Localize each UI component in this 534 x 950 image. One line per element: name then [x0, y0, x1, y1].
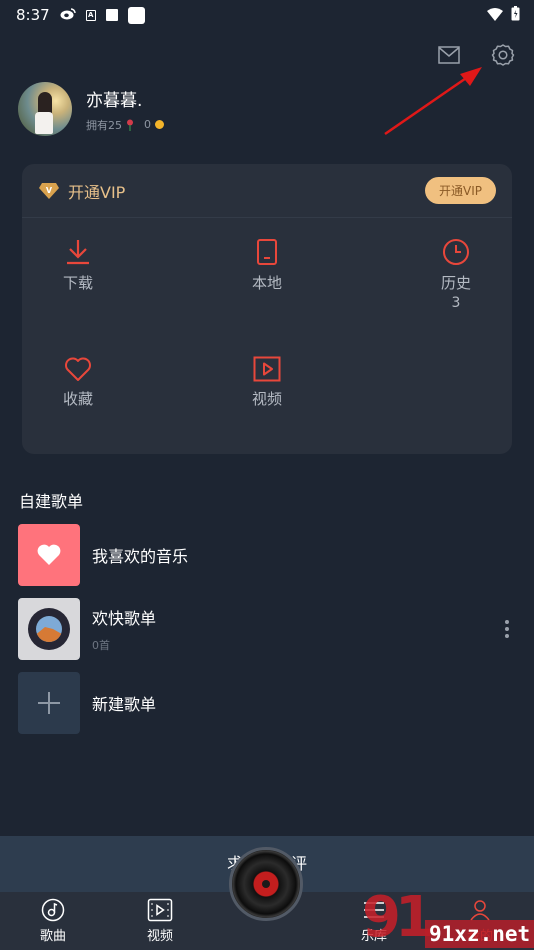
- vip-diamond-icon: V: [39, 182, 59, 199]
- open-vip-button[interactable]: 开通VIP: [425, 177, 496, 204]
- video-icon: [253, 356, 281, 382]
- profile-header[interactable]: 亦暮暮. 拥有25 0: [18, 82, 164, 136]
- grid-item-video[interactable]: 视频: [222, 356, 312, 409]
- download-icon: [67, 240, 89, 265]
- nav-videos[interactable]: 视频: [130, 898, 190, 944]
- square-icon: [105, 9, 118, 21]
- playlist-item[interactable]: 我喜欢的音乐: [18, 524, 518, 586]
- username: 亦暮暮.: [86, 90, 143, 111]
- music-note-icon: [41, 898, 65, 922]
- plus-cover: [18, 672, 80, 734]
- playlist-name: 欢快歌单: [92, 609, 157, 628]
- clock-icon: [443, 239, 469, 265]
- header-actions: [436, 42, 516, 68]
- playlist-item[interactable]: 欢快歌单 0首: [18, 598, 518, 660]
- nav-mine[interactable]: 我的: [450, 898, 510, 944]
- history-count: 3: [451, 295, 461, 311]
- coin-count: 0: [144, 118, 151, 131]
- nav-label: 我的: [466, 929, 493, 944]
- grid-item-local[interactable]: 本地: [222, 238, 312, 293]
- owned-count: 拥有25: [86, 118, 122, 132]
- coin-icon: [155, 120, 164, 129]
- heart-icon: [65, 357, 91, 381]
- phone-icon: [257, 239, 277, 265]
- battery-charging-icon: [511, 6, 520, 25]
- grid-label: 视频: [251, 390, 282, 408]
- avatar[interactable]: [18, 82, 72, 136]
- grid-label: 本地: [251, 274, 282, 292]
- video-list-icon: [147, 898, 173, 922]
- nav-label: 视频: [146, 929, 173, 944]
- playlist-name: 新建歌单: [92, 695, 157, 714]
- nav-label: 歌曲: [39, 929, 66, 944]
- library-icon: [364, 902, 384, 918]
- weibo-icon: [60, 6, 76, 24]
- album-art: [28, 608, 70, 650]
- square-icon: [127, 6, 145, 24]
- rose-icon: [127, 119, 133, 131]
- now-playing-disc[interactable]: [229, 847, 303, 921]
- gear-icon: [491, 44, 515, 66]
- mail-button[interactable]: [436, 42, 462, 68]
- settings-button[interactable]: [490, 42, 516, 68]
- new-playlist-item[interactable]: 新建歌单: [18, 672, 518, 734]
- wifi-icon: [487, 7, 503, 25]
- grid-label: 下载: [62, 274, 93, 292]
- album-cover: [18, 598, 80, 660]
- annotation-arrow: [384, 67, 482, 136]
- heart-cover: [18, 524, 80, 586]
- vip-title: 开通VIP: [68, 182, 126, 202]
- playlist-name: 我喜欢的音乐: [92, 547, 189, 566]
- grid-label: 收藏: [62, 390, 93, 408]
- plus-icon: [38, 692, 60, 714]
- grid-item-download[interactable]: 下载: [33, 238, 123, 293]
- nav-songs[interactable]: 歌曲: [23, 898, 83, 944]
- a-icon: A: [85, 9, 96, 21]
- grid-label: 历史: [440, 274, 471, 292]
- mail-icon: [438, 46, 460, 64]
- vinyl-disc-icon: [262, 880, 270, 888]
- status-bar: 8:37 A: [0, 0, 534, 30]
- heart-icon: [37, 544, 61, 565]
- nav-library[interactable]: 乐库: [344, 898, 404, 944]
- playlists-section-title: 自建歌单: [19, 492, 84, 511]
- more-options-button[interactable]: [502, 620, 512, 638]
- grid-item-history[interactable]: 历史 3: [411, 238, 501, 311]
- user-icon: [470, 900, 490, 921]
- vip-card: V 开通VIP 开通VIP 下载 本地 历史 3 收藏 视频: [22, 164, 512, 454]
- nav-label: 乐库: [360, 929, 387, 944]
- profile-stats: 拥有25 0: [86, 117, 164, 133]
- svg-text:V: V: [46, 186, 53, 195]
- grid-item-favorites[interactable]: 收藏: [33, 356, 123, 409]
- vip-row[interactable]: V 开通VIP 开通VIP: [22, 164, 512, 218]
- status-time: 8:37: [16, 6, 50, 24]
- playlist-song-count: 0首: [92, 639, 110, 652]
